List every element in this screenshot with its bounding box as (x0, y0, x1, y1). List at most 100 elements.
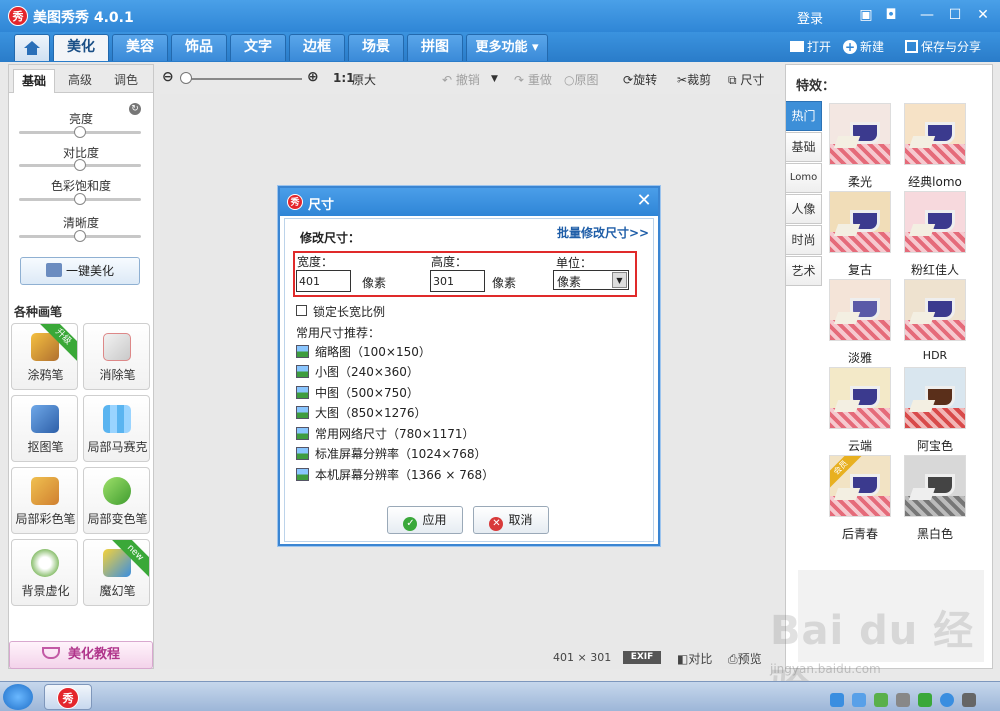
preview-button[interactable]: ⎙预览 (728, 650, 762, 667)
tray-chat-icon[interactable] (874, 693, 888, 707)
slider-knob[interactable] (74, 230, 86, 242)
compare-button[interactable]: ◧对比 (677, 650, 712, 667)
brush-magic[interactable]: new 魔幻笔 (83, 539, 150, 606)
redo-button[interactable]: ↷ 重做 (514, 71, 552, 88)
tab-beauty[interactable]: 美容 (112, 34, 168, 61)
brush-bg-blur[interactable]: 背景虚化 (11, 539, 78, 606)
open-button[interactable]: 打开 (790, 38, 831, 55)
effect-category-basic[interactable]: 基础 (786, 132, 822, 162)
effect-thumb-retro[interactable] (829, 191, 891, 253)
subtab-color[interactable]: 调色 (105, 69, 147, 93)
cancel-button[interactable]: ✕ 取消 (473, 506, 549, 534)
zoom-in-icon[interactable]: ⊕ (307, 69, 319, 85)
brush-local-recolor[interactable]: 局部变色笔 (83, 467, 150, 534)
brush-cutout[interactable]: 抠图笔 (11, 395, 78, 462)
contrast-slider[interactable] (19, 159, 141, 171)
dialog-close-button[interactable]: ✕ (634, 191, 654, 211)
apply-label: 应用 (422, 513, 447, 527)
effect-thumb-youth[interactable]: 会员 (829, 455, 891, 517)
brush-graffiti[interactable]: 升级 涂鸦笔 (11, 323, 78, 390)
tray-security-icon[interactable] (918, 693, 932, 707)
close-button[interactable]: ✕ (974, 6, 992, 24)
crop-button[interactable]: ✂裁剪 (677, 71, 711, 88)
taskbar-meitu-app[interactable]: 秀 (44, 684, 92, 710)
preset-item[interactable]: 大图（850×1276） (296, 404, 496, 423)
book-image (833, 488, 861, 500)
exif-badge[interactable]: EXIF (623, 651, 661, 664)
maximize-button[interactable]: ☐ (946, 6, 964, 24)
tray-app-icon[interactable] (852, 693, 866, 707)
home-tab[interactable] (14, 34, 50, 61)
undo-dropdown-icon[interactable]: ▼ (491, 74, 498, 84)
subtab-advanced[interactable]: 高级 (59, 69, 101, 93)
brush-mosaic[interactable]: 局部马赛克 (83, 395, 150, 462)
tab-text[interactable]: 文字 (230, 34, 286, 61)
tray-browser-icon[interactable] (940, 693, 954, 707)
skin-icon[interactable]: ◘ (882, 6, 900, 24)
height-input[interactable]: 301 (430, 270, 485, 292)
tab-collage[interactable]: 拼图 (407, 34, 463, 61)
original-size-button[interactable]: 原大 (352, 71, 376, 88)
minimize-button[interactable]: — (918, 6, 936, 24)
tab-beautify[interactable]: 美化 (53, 34, 109, 61)
effect-category-hot[interactable]: 热门 (786, 101, 822, 131)
effect-thumb-hdr[interactable] (904, 279, 966, 341)
slider-knob[interactable] (74, 193, 86, 205)
slider-knob[interactable] (74, 126, 86, 138)
baidu-watermark-url: jingyan.baidu.com (770, 662, 881, 676)
lock-ratio-checkbox[interactable] (296, 305, 307, 316)
brush-local-color[interactable]: 局部彩色笔 (11, 467, 78, 534)
save-share-button[interactable]: 保存与分享 (905, 38, 981, 55)
slider-knob[interactable] (74, 159, 86, 171)
apply-button[interactable]: ✓ 应用 (387, 506, 463, 534)
tray-network-icon[interactable] (962, 693, 976, 707)
tab-more[interactable]: 更多功能 ▾ (466, 34, 548, 61)
feedback-icon[interactable]: ▣ (857, 6, 875, 24)
new-button[interactable]: + 新建 (843, 38, 884, 55)
effect-thumb-pink-lady[interactable] (904, 191, 966, 253)
effect-thumb-cloud[interactable] (829, 367, 891, 429)
login-link[interactable]: 登录 (797, 8, 823, 27)
tutorial-button[interactable]: 美化教程 (9, 641, 153, 669)
effect-thumb-black-white[interactable] (904, 455, 966, 517)
brush-eraser[interactable]: 消除笔 (83, 323, 150, 390)
preset-item[interactable]: 小图（240×360） (296, 363, 496, 382)
chevron-down-icon[interactable]: ▼ (612, 272, 627, 288)
preset-item[interactable]: 中图（500×750） (296, 384, 496, 403)
undo-button[interactable]: ↶ 撤销 (442, 71, 480, 88)
original-button[interactable]: ○原图 (564, 71, 599, 88)
preset-item[interactable]: 常用网络尺寸（780×1171） (296, 425, 496, 444)
preset-item[interactable]: 本机屏幕分辨率（1366 × 768） (296, 466, 526, 485)
sharpness-slider[interactable] (19, 230, 141, 242)
tab-scene[interactable]: 场景 (348, 34, 404, 61)
unit-select[interactable]: 像素 ▼ (553, 270, 629, 290)
tray-k-icon[interactable] (830, 693, 844, 707)
brightness-slider[interactable] (19, 126, 141, 138)
preset-item[interactable]: 缩略图（100×150） (296, 343, 496, 362)
rotate-button[interactable]: ⟳旋转 (623, 71, 657, 88)
tab-accessories[interactable]: 饰品 (171, 34, 227, 61)
effect-thumb-elegant[interactable] (829, 279, 891, 341)
subtab-basic[interactable]: 基础 (13, 69, 55, 93)
effect-thumb-abao[interactable] (904, 367, 966, 429)
effect-category-lomo[interactable]: Lomo (786, 163, 822, 193)
effect-thumb-classic-lomo[interactable] (904, 103, 966, 165)
one-click-beautify-button[interactable]: 一键美化 (20, 257, 140, 285)
width-input[interactable]: 401 (296, 270, 351, 292)
tray-audio-icon[interactable] (896, 693, 910, 707)
zoom-out-icon[interactable]: ⊖ (162, 69, 174, 85)
lock-ratio-label[interactable]: 锁定长宽比例 (313, 303, 385, 320)
effect-category-fashion[interactable]: 时尚 (786, 225, 822, 255)
effect-category-portrait[interactable]: 人像 (786, 194, 822, 224)
resize-section-title: 修改尺寸： (300, 231, 361, 245)
zoom-knob[interactable] (180, 72, 192, 84)
start-button[interactable] (3, 684, 33, 710)
tab-border[interactable]: 边框 (289, 34, 345, 61)
preset-item[interactable]: 标准屏幕分辨率（1024×768） (296, 445, 526, 464)
saturation-slider[interactable] (19, 193, 141, 205)
effect-thumb-soft-light[interactable] (829, 103, 891, 165)
effect-category-art[interactable]: 艺术 (786, 256, 822, 286)
size-button[interactable]: ⧉ 尺寸 (728, 71, 764, 88)
zoom-slider[interactable] (184, 78, 302, 80)
batch-resize-link[interactable]: 批量修改尺寸>> (557, 224, 649, 241)
